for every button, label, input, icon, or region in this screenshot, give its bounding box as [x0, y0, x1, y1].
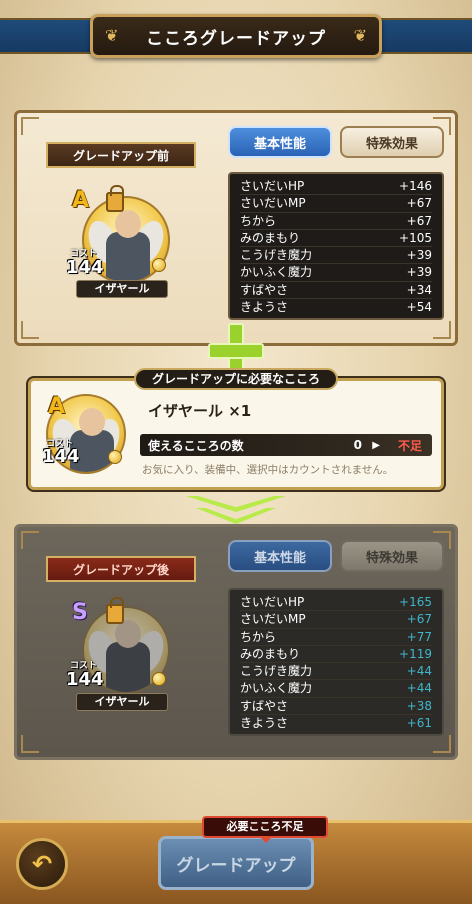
ornament-left-icon: ❦	[105, 26, 119, 45]
usable-label: 使えるこころの数	[148, 438, 244, 453]
page-title: こころグレードアップ	[146, 28, 326, 49]
before-ribbon: グレードアップ前	[46, 142, 196, 168]
required-name: イザヤール ×1	[148, 402, 252, 420]
usable-count-bar: 使えるこころの数 0 ▶ 不足	[140, 434, 432, 456]
after-ribbon: グレードアップ後	[46, 556, 196, 582]
shortage-label: 不足	[397, 438, 422, 453]
tab-basic-after[interactable]: 基本性能	[228, 540, 332, 572]
required-cost: 144	[42, 446, 80, 467]
before-name-plate: イザヤール	[76, 280, 168, 298]
lock-icon	[106, 597, 124, 624]
ornament-right-icon: ❦	[353, 26, 367, 45]
after-stats-box: さいだいHP +165 さいだいMP +67 ちから +77 みのまもり +119 こう…	[228, 588, 444, 736]
play-arrow-icon: ▶	[372, 439, 380, 451]
orb-icon	[108, 450, 122, 464]
lock-icon	[106, 185, 124, 212]
shortage-warning-badge: 必要こころ不足	[202, 816, 328, 843]
required-grade: A	[48, 394, 66, 419]
before-cost: 144	[66, 257, 104, 278]
tab-special-after[interactable]: 特殊効果	[340, 540, 444, 572]
orb-icon	[152, 672, 166, 686]
required-label: グレードアップに必要なこころ	[134, 368, 338, 390]
after-name-plate: イザヤール	[76, 693, 168, 711]
tab-basic-before[interactable]: 基本性能	[228, 126, 332, 158]
back-arrow-icon: ↶	[31, 850, 53, 878]
before-stats-box: さいだいHP +146 さいだいMP +67 ちから +67 みのまもり +105 こう…	[228, 172, 444, 320]
back-button[interactable]: ↶	[16, 838, 68, 890]
title-plate: ❦ こころグレードアップ ❦	[90, 14, 382, 58]
before-grade: A	[72, 188, 90, 213]
after-cost: 144	[66, 669, 104, 690]
usable-count: 0	[353, 438, 362, 452]
tab-special-before[interactable]: 特殊効果	[340, 126, 444, 158]
after-grade: S	[72, 600, 88, 625]
grade-up-button[interactable]: グレードアップ	[158, 836, 314, 890]
plus-icon-horizontal	[208, 343, 264, 359]
orb-icon	[152, 258, 166, 272]
required-note: お気に入り、装備中、選択中はカウントされません。	[142, 464, 394, 476]
